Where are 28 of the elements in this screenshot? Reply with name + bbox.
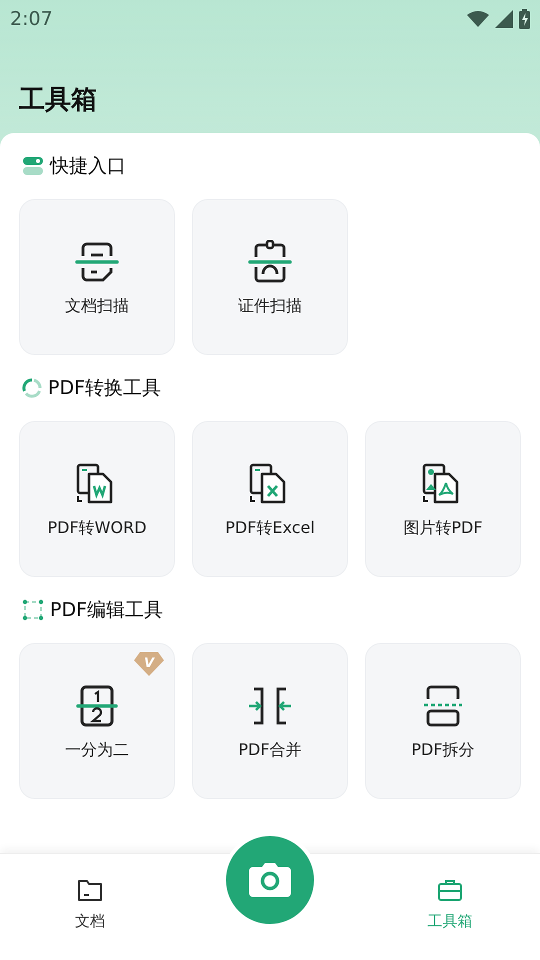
signal-icon (495, 10, 513, 28)
tool-tile[interactable]: PDF转Excel (192, 421, 348, 577)
section-title: PDF编辑工具 (50, 598, 164, 623)
toolbox-icon (437, 878, 463, 902)
tool-tile[interactable]: 文档扫描 (19, 199, 175, 355)
battery-icon (519, 9, 530, 29)
page-title: 工具箱 (18, 84, 98, 117)
tool-tile[interactable]: 一分为二 V (19, 643, 175, 799)
folder-icon (77, 878, 103, 902)
split-icon (421, 684, 465, 728)
tool-tile[interactable]: PDF合并 (192, 643, 348, 799)
document-scan-icon (73, 240, 121, 284)
split-half-icon (75, 684, 119, 728)
tool-tile[interactable]: PDF拆分 (365, 643, 521, 799)
ring-icon (22, 378, 42, 398)
tool-tile[interactable]: 图片转PDF (365, 421, 521, 577)
nav-tab[interactable]: 文档 (0, 854, 180, 960)
section-title: PDF转换工具 (48, 376, 162, 401)
tool-tile[interactable]: 证件扫描 (192, 199, 348, 355)
dashed-frame-icon (22, 599, 44, 621)
id-card-scan-icon (246, 240, 294, 284)
camera-icon (249, 863, 291, 897)
tool-tile[interactable]: PDF转WORD (19, 421, 175, 577)
vip-badge: V (134, 652, 164, 676)
section-title: 快捷入口 (50, 154, 126, 179)
toggle-icon (22, 156, 44, 176)
wifi-icon (467, 11, 489, 27)
status-time: 2:07 (10, 6, 53, 32)
